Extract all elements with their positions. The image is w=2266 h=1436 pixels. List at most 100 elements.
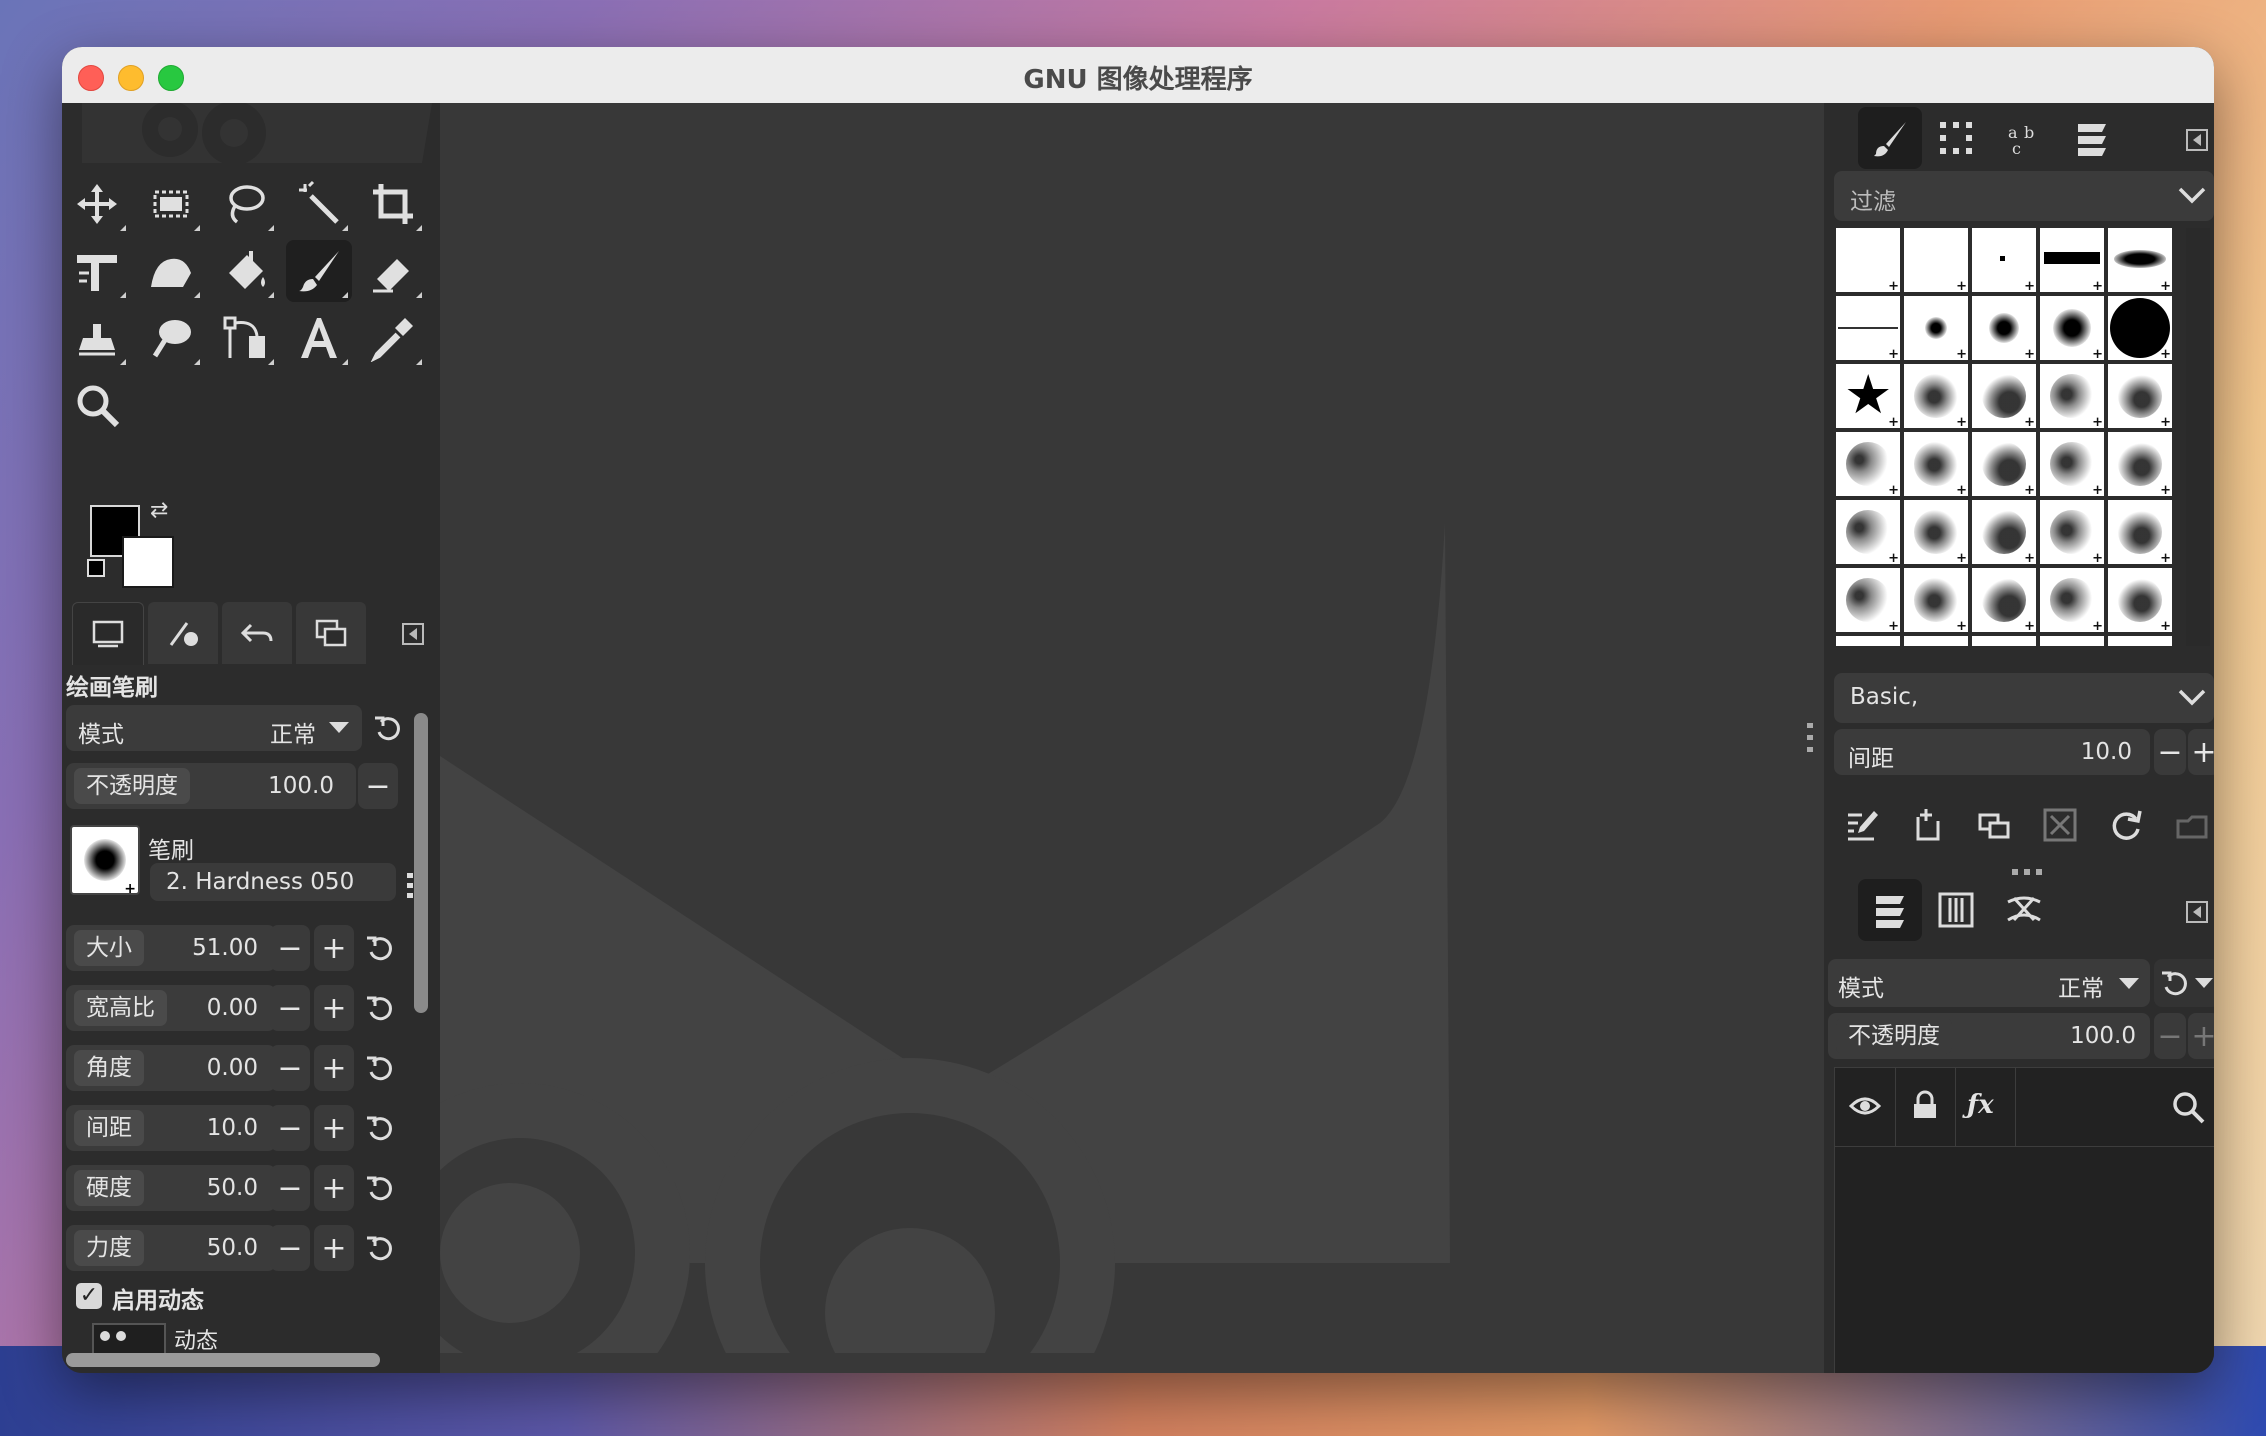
brush-spacing-increase-button[interactable]: + xyxy=(2188,729,2214,775)
spacing-decrease-button[interactable]: − xyxy=(270,1105,310,1151)
brush-thumbnail[interactable]: + xyxy=(1972,296,2036,362)
brush-thumbnail[interactable]: + xyxy=(1836,636,1900,646)
tab-device-status[interactable] xyxy=(148,602,218,664)
zoom-tool-button[interactable] xyxy=(64,374,130,436)
force-increase-button[interactable]: + xyxy=(314,1225,354,1271)
brush-thumbnail[interactable]: + xyxy=(1836,228,1900,294)
color-picker-tool-button[interactable] xyxy=(360,307,426,369)
lasso-tool-button[interactable] xyxy=(212,173,278,235)
panel-splitter-handle[interactable] xyxy=(2012,869,2042,875)
brush-thumbnail[interactable]: + xyxy=(2108,500,2172,566)
force-reset-button[interactable] xyxy=(362,1228,396,1268)
brush-thumbnail[interactable]: + xyxy=(1836,296,1900,362)
smudge-tool-button[interactable] xyxy=(138,307,204,369)
brush-thumbnail[interactable]: + xyxy=(1904,568,1968,634)
brush-thumbnail[interactable]: + xyxy=(1972,636,2036,646)
opacity-slider[interactable]: 不透明度 100.0 xyxy=(66,763,356,809)
hardness-decrease-button[interactable]: − xyxy=(270,1165,310,1211)
right-dock-menu-button[interactable] xyxy=(2184,127,2210,153)
brush-thumbnail[interactable]: + xyxy=(2040,432,2104,498)
eraser-tool-button[interactable] xyxy=(360,240,426,302)
angle-reset-button[interactable] xyxy=(362,1048,396,1088)
brush-thumbnail[interactable]: + xyxy=(2108,228,2172,294)
brush-thumbnail[interactable]: + xyxy=(2108,568,2172,634)
warp-tool-button[interactable] xyxy=(138,240,204,302)
brush-grid-scrollbar[interactable] xyxy=(2186,228,2210,646)
brush-thumbnail[interactable]: + xyxy=(2040,228,2104,294)
brush-thumbnail[interactable]: + xyxy=(1904,296,1968,362)
hardness-increase-button[interactable]: + xyxy=(314,1165,354,1211)
spacing-slider[interactable]: 间距 10.0 xyxy=(66,1105,276,1151)
dynamics-checkbox[interactable]: ✓ xyxy=(76,1283,102,1309)
tab-brushes[interactable] xyxy=(1858,107,1922,169)
brush-thumbnail[interactable]: + xyxy=(1904,228,1968,294)
move-tool-button[interactable] xyxy=(64,173,130,235)
fuzzy-select-tool-button[interactable] xyxy=(286,173,352,235)
tab-paths[interactable] xyxy=(1992,879,2056,941)
size-reset-button[interactable] xyxy=(362,928,396,968)
visibility-column[interactable] xyxy=(1835,1068,1896,1146)
duplicate-brush-icon[interactable] xyxy=(1976,807,2012,843)
tab-patterns[interactable] xyxy=(1924,107,1988,169)
opacity-decrease-button[interactable]: − xyxy=(358,763,398,809)
mode-reset-button[interactable] xyxy=(370,708,404,748)
background-color-swatch[interactable] xyxy=(122,536,174,588)
brush-thumbnail[interactable]: + xyxy=(2108,432,2172,498)
layer-mode-dropdown[interactable]: 模式 正常 xyxy=(1828,959,2150,1007)
mode-dropdown[interactable]: 模式 正常 xyxy=(66,705,362,751)
brush-thumbnail[interactable]: + xyxy=(1904,432,1968,498)
new-brush-icon[interactable] xyxy=(1910,807,1946,843)
brush-thumbnail[interactable]: + xyxy=(1836,500,1900,566)
default-colors-icon[interactable] xyxy=(87,559,105,577)
tab-undo-history[interactable] xyxy=(222,602,292,664)
paintbrush-tool-button[interactable] xyxy=(286,240,352,302)
right-splitter-handle[interactable] xyxy=(1807,723,1813,753)
search-icon[interactable] xyxy=(2171,1090,2205,1124)
aspect-ratio-slider[interactable]: 宽高比 0.00 xyxy=(66,985,276,1031)
layer-opacity-decrease-button[interactable]: − xyxy=(2154,1013,2186,1059)
spacing-reset-button[interactable] xyxy=(362,1108,396,1148)
transform-tool-button[interactable] xyxy=(64,240,130,302)
layer-opacity-increase-button[interactable]: + xyxy=(2188,1013,2214,1059)
edit-brush-icon[interactable] xyxy=(1844,807,1880,843)
brush-tag-dropdown[interactable]: Basic, xyxy=(1834,673,2214,723)
tab-images[interactable] xyxy=(296,602,366,664)
tool-options-scrollbar[interactable] xyxy=(414,713,428,1013)
dynamics-preview[interactable] xyxy=(92,1323,166,1357)
brush-thumbnail[interactable]: + xyxy=(1972,568,2036,634)
delete-brush-icon[interactable] xyxy=(2042,807,2078,843)
angle-increase-button[interactable]: + xyxy=(314,1045,354,1091)
angle-decrease-button[interactable]: − xyxy=(270,1045,310,1091)
size-decrease-button[interactable]: − xyxy=(270,925,310,971)
brush-thumbnail[interactable]: + xyxy=(1904,364,1968,430)
lock-column[interactable] xyxy=(1895,1068,1956,1146)
brush-thumbnail[interactable]: ★ + xyxy=(1836,364,1900,430)
hardness-slider[interactable]: 硬度 50.0 xyxy=(66,1165,276,1211)
tab-channels[interactable] xyxy=(1924,879,1988,941)
bucket-fill-tool-button[interactable] xyxy=(212,240,278,302)
paths-tool-button[interactable] xyxy=(212,307,278,369)
tab-tool-options[interactable] xyxy=(72,602,144,665)
text-tool-button[interactable] xyxy=(286,307,352,369)
aspect-increase-button[interactable]: + xyxy=(314,985,354,1031)
brush-thumbnail[interactable]: + xyxy=(2040,636,2104,646)
brush-thumbnail[interactable]: + xyxy=(2040,364,2104,430)
brush-thumbnail[interactable]: + xyxy=(1904,500,1968,566)
brush-thumbnail[interactable]: + xyxy=(1972,500,2036,566)
brush-spacing-decrease-button[interactable]: − xyxy=(2154,729,2186,775)
brush-spacing-slider[interactable]: 间距 10.0 xyxy=(1834,729,2150,775)
brush-thumbnail[interactable]: + xyxy=(2040,500,2104,566)
tab-layers[interactable] xyxy=(1858,879,1922,941)
brush-options-icon[interactable] xyxy=(407,873,413,901)
hardness-reset-button[interactable] xyxy=(362,1168,396,1208)
layers-dock-menu-button[interactable] xyxy=(2184,899,2210,925)
layer-mode-reset-button[interactable] xyxy=(2154,959,2214,1007)
clone-tool-button[interactable] xyxy=(64,307,130,369)
dock-menu-button[interactable] xyxy=(400,621,426,647)
brush-thumbnail[interactable]: + xyxy=(2040,296,2104,362)
aspect-reset-button[interactable] xyxy=(362,988,396,1028)
brush-preview[interactable]: + xyxy=(70,825,140,897)
rect-select-tool-button[interactable] xyxy=(138,173,204,235)
refresh-brushes-icon[interactable] xyxy=(2108,807,2144,843)
brush-thumbnail[interactable]: + xyxy=(1904,636,1968,646)
